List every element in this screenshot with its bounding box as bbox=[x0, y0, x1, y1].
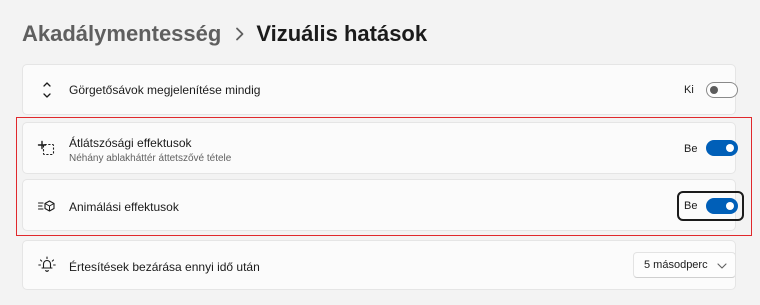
toggle-state-label: Be bbox=[684, 143, 698, 155]
toggle-knob bbox=[710, 86, 718, 94]
transparency-icon bbox=[37, 139, 57, 159]
breadcrumb-parent-accessibility[interactable]: Akadálymentesség bbox=[22, 21, 221, 47]
setting-title: Értesítések bezárása ennyi idő után bbox=[69, 260, 260, 274]
setting-title: Görgetősávok megjelenítése mindig bbox=[69, 83, 261, 97]
page-title: Vizuális hatások bbox=[256, 21, 428, 46]
toggle-state-label: Ki bbox=[684, 84, 694, 96]
setting-row-animation: Animálási effektusok Be bbox=[22, 179, 744, 231]
toggle-knob bbox=[726, 202, 734, 210]
setting-title: Átlátszósági effektusok bbox=[69, 136, 192, 150]
chevron-right-icon bbox=[235, 27, 244, 41]
scrollbars-toggle[interactable] bbox=[706, 82, 738, 98]
toggle-state-label: Be bbox=[684, 200, 698, 212]
toggle-knob bbox=[726, 144, 734, 152]
animation-icon bbox=[37, 196, 57, 216]
chevron-down-icon bbox=[717, 261, 727, 271]
breadcrumb: Akadálymentesség Vizuális hatások bbox=[22, 18, 427, 50]
setting-row-transparency: Átlátszósági effektusok Néhány ablakhátt… bbox=[22, 122, 738, 174]
transparency-toggle[interactable] bbox=[706, 140, 738, 156]
setting-title: Animálási effektusok bbox=[69, 200, 179, 214]
setting-row-notifications: Értesítések bezárása ennyi idő után bbox=[22, 240, 736, 290]
dropdown-selected-value: 5 másodperc bbox=[644, 259, 708, 271]
animation-toggle[interactable] bbox=[706, 198, 738, 214]
notification-timeout-dropdown[interactable]: 5 másodperc bbox=[633, 252, 736, 278]
notification-bell-icon bbox=[37, 255, 57, 275]
setting-subtitle: Néhány ablakháttér áttetszővé tétele bbox=[69, 153, 232, 164]
setting-row-scrollbars: Görgetősávok megjelenítése mindig Ki bbox=[22, 64, 738, 115]
scrollbar-arrows-icon bbox=[37, 80, 57, 100]
